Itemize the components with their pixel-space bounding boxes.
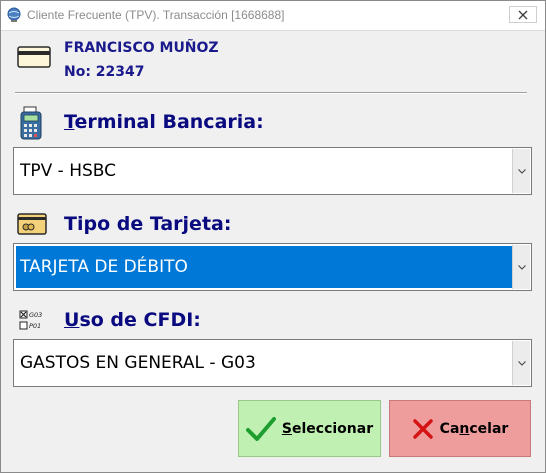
terminal-dropdown-button[interactable] (512, 149, 530, 193)
cfdi-select-value: GASTOS EN GENERAL - G03 (20, 353, 256, 373)
card-type-label: Tipo de Tarjeta: (64, 213, 232, 235)
separator (15, 92, 527, 94)
select-button-label: Seleccionar (281, 420, 374, 437)
cfdi-label: Uso de CFDI: (64, 309, 201, 331)
svg-text:G03: G03 (29, 311, 42, 319)
terminal-select-value: TPV - HSBC (20, 161, 117, 181)
cfdi-select[interactable]: GASTOS EN GENERAL - G03 (13, 339, 532, 387)
pos-terminal-icon (20, 106, 42, 140)
terminal-label: Terminal Bancaria: (64, 111, 264, 133)
dialog-window: Cliente Frecuente (TPV). Transacción [16… (0, 0, 546, 473)
credit-card-icon (17, 213, 47, 235)
card-type-select[interactable]: TARJETA DE DÉBITO (13, 243, 532, 291)
card-type-dropdown-button[interactable] (512, 245, 530, 289)
cancel-button[interactable]: Cancelar (389, 400, 531, 457)
checkmark-icon (245, 416, 276, 441)
chevron-down-icon (517, 264, 526, 270)
cfdi-dropdown-button[interactable] (512, 341, 530, 385)
card-icon (17, 46, 51, 68)
customer-number: No: 22347 (64, 64, 145, 80)
cancel-button-label: Cancelar (439, 420, 509, 437)
close-button[interactable] (509, 6, 537, 23)
chevron-down-icon (517, 168, 526, 174)
window-title: Cliente Frecuente (TPV). Transacción [16… (27, 8, 285, 22)
chevron-down-icon (517, 360, 526, 366)
select-button[interactable]: Seleccionar (238, 400, 381, 457)
terminal-select[interactable]: TPV - HSBC (13, 147, 532, 195)
customer-name: FRANCISCO MUÑOZ (64, 40, 219, 56)
cfdi-checkbox-icon: G03 P01 (19, 310, 42, 330)
svg-text:P01: P01 (29, 322, 41, 330)
x-icon (412, 418, 433, 439)
card-type-select-value: TARJETA DE DÉBITO (20, 257, 188, 277)
app-globe-icon (7, 7, 21, 22)
close-icon (518, 10, 528, 19)
title-bar[interactable]: Cliente Frecuente (TPV). Transacción [16… (1, 1, 545, 31)
